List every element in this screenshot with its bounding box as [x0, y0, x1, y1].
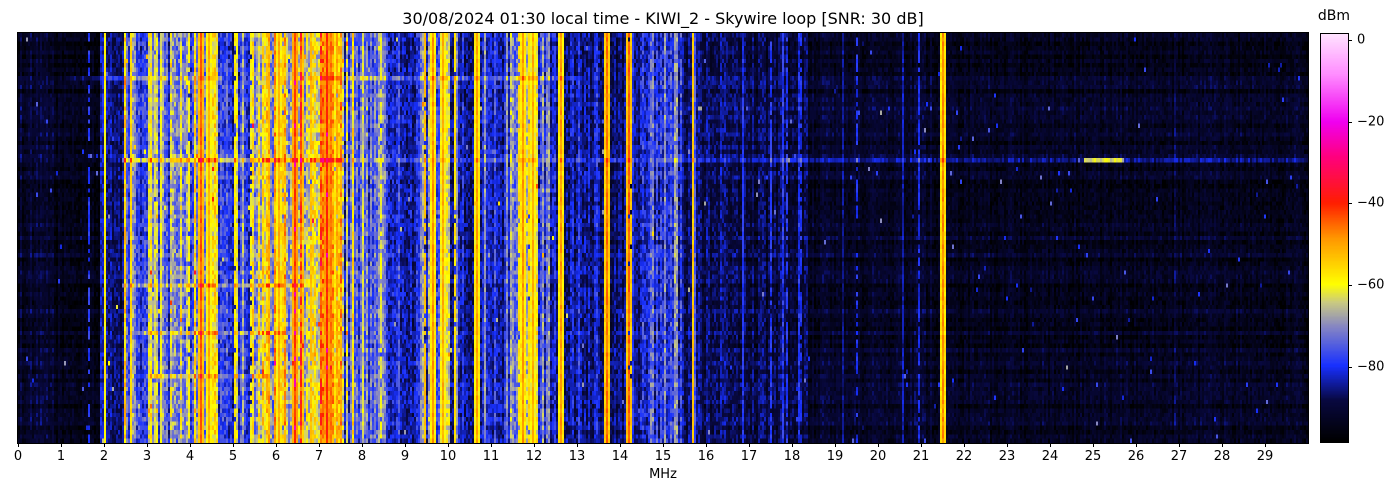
x-tick-label: 6	[271, 449, 281, 464]
colorbar-tick-label: −60	[1357, 277, 1385, 293]
x-tick-mark	[276, 443, 277, 447]
x-tick-mark	[1179, 443, 1180, 447]
chart-title: 30/08/2024 01:30 local time - KIWI_2 - S…	[402, 9, 924, 28]
x-tick-label: 16	[697, 449, 715, 464]
x-tick-label: 0	[13, 449, 23, 464]
x-tick-mark	[319, 443, 320, 447]
x-tick-mark	[663, 443, 664, 447]
x-tick-mark	[577, 443, 578, 447]
colorbar-tick-label: −40	[1357, 195, 1385, 211]
x-tick-label: 19	[826, 449, 844, 464]
x-tick-mark	[792, 443, 793, 447]
x-tick-mark	[1007, 443, 1008, 447]
waterfall-heatmap-canvas	[18, 33, 1308, 443]
x-tick-label: 9	[400, 449, 410, 464]
x-tick-label: 29	[1256, 449, 1274, 464]
x-tick-label: 1	[56, 449, 66, 464]
x-tick-mark	[104, 443, 105, 447]
x-tick-mark	[61, 443, 62, 447]
x-tick-label: 17	[740, 449, 758, 464]
x-tick-label: 22	[955, 449, 973, 464]
x-tick-label: 2	[99, 449, 109, 464]
x-tick-label: 27	[1170, 449, 1188, 464]
x-tick-mark	[233, 443, 234, 447]
colorbar-gradient-canvas	[1321, 34, 1348, 442]
x-tick-label: 25	[1084, 449, 1102, 464]
x-tick-label: 10	[439, 449, 457, 464]
x-tick-label: 23	[998, 449, 1016, 464]
x-tick-mark	[190, 443, 191, 447]
x-tick-label: 28	[1213, 449, 1231, 464]
x-tick-mark	[18, 443, 19, 447]
x-tick-label: 26	[1127, 449, 1145, 464]
x-tick-label: 4	[185, 449, 195, 464]
x-tick-label: 3	[142, 449, 152, 464]
x-tick-mark	[964, 443, 965, 447]
x-tick-label: 13	[568, 449, 586, 464]
x-tick-mark	[921, 443, 922, 447]
x-tick-mark	[1265, 443, 1266, 447]
spectrogram-figure: 30/08/2024 01:30 local time - KIWI_2 - S…	[0, 0, 1400, 500]
x-tick-label: 24	[1041, 449, 1059, 464]
x-tick-mark	[405, 443, 406, 447]
colorbar-tick-mark	[1348, 121, 1352, 123]
x-tick-label: 11	[482, 449, 500, 464]
x-tick-mark	[1222, 443, 1223, 447]
colorbar-tick-mark	[1348, 284, 1352, 286]
x-tick-mark	[1136, 443, 1137, 447]
x-tick-mark	[534, 443, 535, 447]
x-tick-label: 15	[654, 449, 672, 464]
x-tick-mark	[362, 443, 363, 447]
x-tick-mark	[491, 443, 492, 447]
x-tick-mark	[448, 443, 449, 447]
colorbar-tick-label: 0	[1357, 32, 1366, 48]
colorbar-tick-mark	[1348, 40, 1352, 42]
colorbar-tick-mark	[1348, 203, 1352, 205]
x-tick-mark	[1093, 443, 1094, 447]
colorbar	[1320, 33, 1349, 443]
colorbar-unit-label: dBm	[1317, 8, 1351, 24]
x-tick-label: 14	[611, 449, 629, 464]
x-axis-label: MHz	[649, 467, 677, 482]
x-tick-mark	[749, 443, 750, 447]
x-tick-label: 12	[525, 449, 543, 464]
x-tick-label: 8	[357, 449, 367, 464]
x-tick-label: 7	[314, 449, 324, 464]
x-tick-mark	[706, 443, 707, 447]
x-tick-mark	[1050, 443, 1051, 447]
colorbar-tick-label: −20	[1357, 114, 1385, 130]
x-tick-label: 18	[783, 449, 801, 464]
x-tick-label: 20	[869, 449, 887, 464]
x-tick-label: 5	[228, 449, 238, 464]
waterfall-plot-area	[17, 32, 1309, 444]
x-tick-mark	[147, 443, 148, 447]
x-tick-mark	[620, 443, 621, 447]
x-tick-mark	[878, 443, 879, 447]
x-tick-label: 21	[912, 449, 930, 464]
colorbar-tick-mark	[1348, 366, 1352, 368]
colorbar-tick-label: −80	[1357, 359, 1385, 375]
x-tick-mark	[835, 443, 836, 447]
